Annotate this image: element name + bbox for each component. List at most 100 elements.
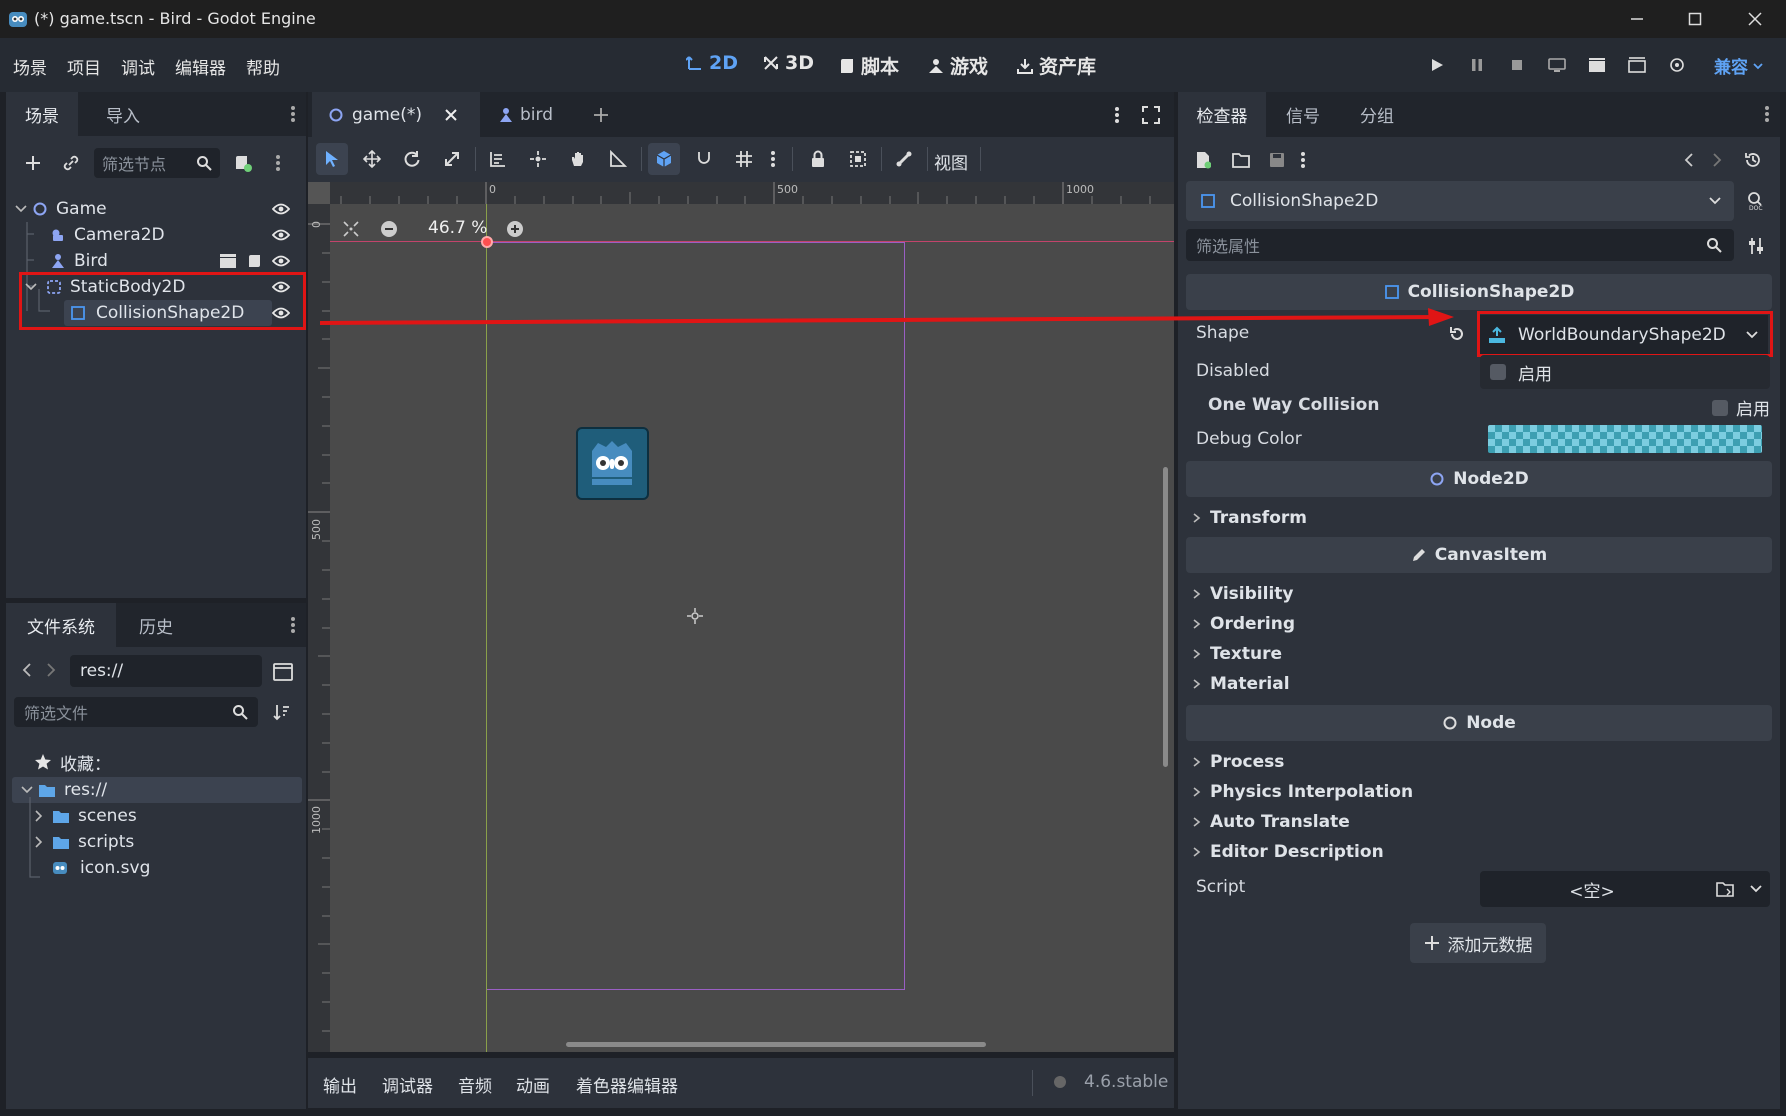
workspace-3d-button[interactable]: 3D (762, 52, 814, 74)
chevron-right-icon[interactable] (32, 835, 46, 849)
stop-icon[interactable] (1504, 52, 1530, 78)
add-node-icon[interactable] (20, 150, 46, 176)
filter-nodes-input[interactable]: 筛选节点 (94, 148, 220, 178)
visibility-eye-icon[interactable] (270, 196, 292, 222)
sort-icon[interactable] (268, 699, 294, 725)
dock-menu-kebab-icon[interactable] (1760, 104, 1774, 124)
bottom-tab-output[interactable]: 输出 (323, 1072, 357, 1097)
menu-scene[interactable]: 场景 (13, 54, 47, 79)
group-transform[interactable]: Transform (1192, 505, 1307, 531)
rotate-tool-icon[interactable] (396, 143, 428, 175)
back-arrow-icon[interactable] (18, 657, 36, 683)
bottom-tab-shader-editor[interactable]: 着色器编辑器 (576, 1072, 678, 1097)
group-texture[interactable]: Texture (1192, 641, 1282, 667)
toggle-split-view-icon[interactable] (270, 659, 296, 685)
play-custom-scene-icon[interactable] (1624, 52, 1650, 78)
snap-options-kebab-icon[interactable] (763, 143, 783, 175)
attach-script-icon[interactable] (230, 150, 256, 176)
group-physics-interpolation[interactable]: Physics Interpolation (1192, 779, 1413, 805)
dock-menu-kebab-icon[interactable] (286, 104, 300, 124)
forward-arrow-icon[interactable] (42, 657, 60, 683)
scale-tool-icon[interactable] (436, 143, 468, 175)
distraction-free-icon[interactable] (1138, 102, 1164, 128)
tab-signals[interactable]: 信号 (1266, 92, 1340, 137)
chevron-right-icon[interactable] (32, 809, 46, 823)
fs-item-scripts[interactable]: scripts (32, 829, 134, 855)
tab-import[interactable]: 导入 (78, 92, 168, 136)
close-icon[interactable] (444, 108, 458, 122)
tab-scene[interactable]: 场景 (6, 92, 78, 136)
ruler-tool-icon[interactable] (602, 143, 634, 175)
group-material[interactable]: Material (1192, 671, 1290, 697)
chevron-down-icon[interactable] (14, 202, 28, 216)
bottom-tab-animation[interactable]: 动画 (516, 1072, 550, 1097)
zoom-in-icon[interactable] (504, 218, 526, 240)
play-icon[interactable] (1424, 52, 1450, 78)
group-editor-description[interactable]: Editor Description (1192, 839, 1384, 865)
bottom-tab-audio[interactable]: 音频 (458, 1072, 492, 1097)
debug-color-swatch[interactable] (1488, 425, 1762, 453)
zoom-out-icon[interactable] (378, 218, 400, 240)
grid-snap-icon[interactable] (728, 143, 760, 175)
section-canvasitem[interactable]: CanvasItem (1186, 537, 1772, 573)
history-back-icon[interactable] (1678, 147, 1700, 173)
group-process[interactable]: Process (1192, 749, 1284, 775)
workspace-2d-button[interactable]: 2D (686, 52, 738, 74)
history-forward-icon[interactable] (1706, 147, 1728, 173)
scene-tabs-kebab-icon[interactable] (1110, 102, 1124, 128)
pause-icon[interactable] (1464, 52, 1490, 78)
new-resource-icon[interactable] (1190, 147, 1216, 173)
lock-icon[interactable] (802, 143, 834, 175)
renderer-dropdown[interactable]: 兼容 (1714, 53, 1764, 78)
filter-properties-input[interactable]: 筛选属性 (1186, 229, 1734, 261)
visibility-eye-icon[interactable] (270, 222, 292, 248)
pan-tool-icon[interactable] (562, 143, 594, 175)
scene-tab-bird[interactable]: bird (498, 92, 588, 137)
menu-help[interactable]: 帮助 (246, 54, 280, 79)
open-docs-icon[interactable]: DOC (1742, 187, 1770, 215)
view-menu-button[interactable]: 视图 (934, 149, 968, 174)
recent-history-icon[interactable] (1740, 147, 1766, 173)
fs-item-icon-svg[interactable]: icon.svg (52, 855, 150, 881)
maximize-button[interactable] (1666, 0, 1724, 38)
path-field[interactable]: res:// (70, 655, 262, 687)
center-view-icon[interactable] (340, 218, 362, 240)
bottom-tab-debugger[interactable]: 调试器 (382, 1072, 433, 1097)
tree-node-camera2d[interactable]: Camera2D (50, 222, 300, 248)
script-resource-picker[interactable]: <空> (1480, 871, 1770, 907)
tab-filesystem[interactable]: 文件系统 (6, 603, 116, 647)
open-folder-icon[interactable] (1228, 147, 1254, 173)
zoom-level[interactable]: 46.7 % (428, 218, 487, 238)
visibility-eye-icon[interactable] (270, 248, 292, 274)
inspector-kebab-icon[interactable] (1296, 147, 1310, 173)
menu-debug[interactable]: 调试 (121, 54, 155, 79)
skeleton-bone-icon[interactable] (888, 143, 920, 175)
select-tool-icon[interactable] (316, 143, 348, 175)
snap-toggle-icon[interactable] (648, 143, 680, 175)
disabled-checkbox[interactable]: 启用 (1480, 355, 1770, 389)
menu-project[interactable]: 项目 (67, 54, 101, 79)
scene-tree-kebab-icon[interactable] (270, 150, 286, 176)
scene-tab-game[interactable]: game(*) (312, 92, 480, 137)
filter-options-icon[interactable] (1742, 232, 1770, 260)
group-visibility[interactable]: Visibility (1192, 581, 1294, 607)
move-tool-icon[interactable] (356, 143, 388, 175)
favorites-row[interactable]: 收藏： (34, 749, 111, 775)
group-ordering[interactable]: Ordering (1192, 611, 1295, 637)
list-select-icon[interactable] (482, 143, 514, 175)
dock-menu-kebab-icon[interactable] (286, 615, 300, 635)
pivot-tool-icon[interactable] (522, 143, 554, 175)
tree-node-game[interactable]: Game (14, 196, 304, 222)
workspace-assetlib-button[interactable]: 资产库 (1016, 52, 1096, 79)
fs-item-scenes[interactable]: scenes (32, 803, 137, 829)
play-scene-icon[interactable] (1584, 52, 1610, 78)
workspace-script-button[interactable]: 脚本 (838, 52, 899, 79)
script-attached-icon[interactable] (244, 248, 266, 274)
horizontal-scrollbar[interactable] (566, 1042, 986, 1047)
fs-item-res[interactable]: res:// (12, 777, 302, 803)
remote-debug-icon[interactable] (1544, 52, 1570, 78)
menu-editor[interactable]: 编辑器 (175, 54, 226, 79)
chevron-down-icon[interactable] (20, 783, 34, 797)
oneway-checkbox[interactable]: 启用 (1712, 395, 1770, 420)
smart-snap-icon[interactable] (688, 143, 720, 175)
